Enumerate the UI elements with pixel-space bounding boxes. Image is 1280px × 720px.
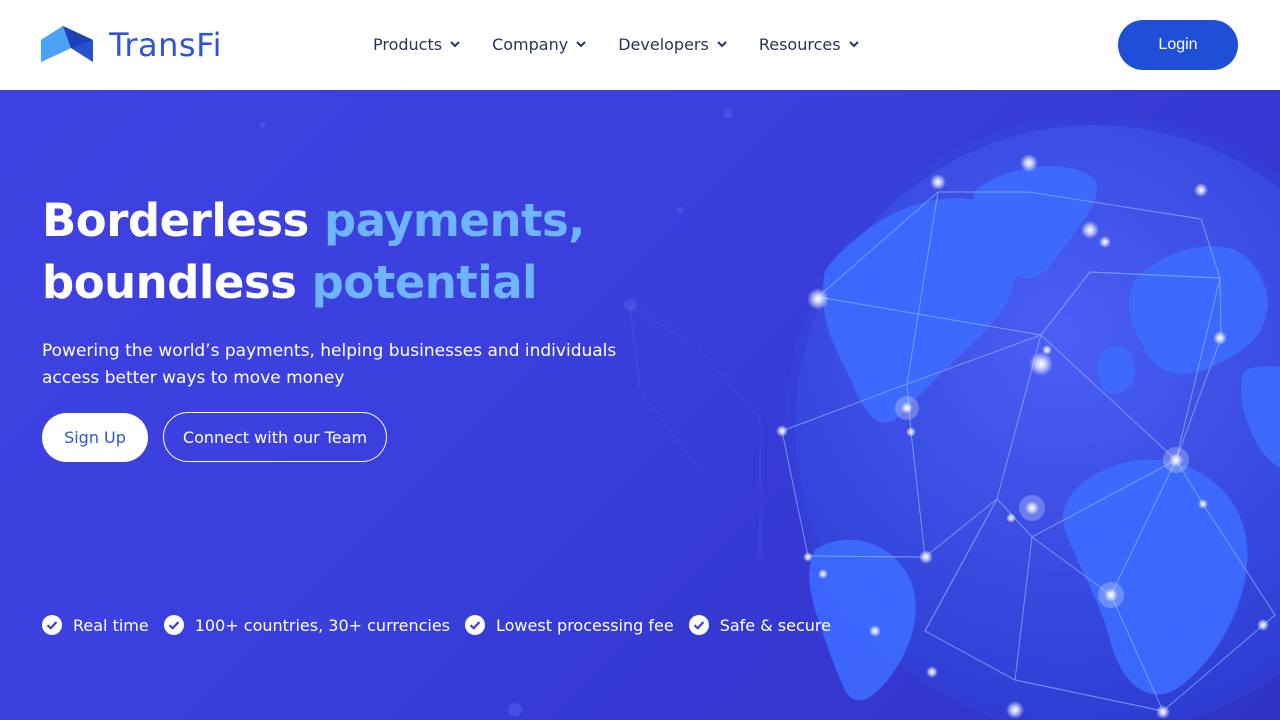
check-circle-icon — [42, 615, 62, 635]
feature-label: Real time — [73, 615, 149, 635]
feature-item: 100+ countries, 30+ currencies — [163, 615, 450, 635]
nav-item-company[interactable]: Company — [492, 33, 587, 55]
hero-subtitle: Powering the world’s payments, helping b… — [42, 341, 617, 388]
chevron-down-icon — [450, 41, 460, 48]
sign-up-button[interactable]: Sign Up — [42, 413, 148, 462]
brand-logo[interactable]: TransFi — [41, 26, 222, 64]
world-globe-illustration — [776, 120, 1280, 720]
feature-label: 100+ countries, 30+ currencies — [194, 615, 450, 635]
check-circle-icon — [163, 615, 184, 635]
check-circle-icon — [688, 615, 709, 635]
login-button[interactable]: Login — [1118, 20, 1238, 70]
headline-line2-accent: potential — [311, 256, 538, 309]
brand-name: TransFi — [109, 26, 223, 64]
chevron-down-icon — [717, 41, 727, 48]
hero-section: Borderless payments, boundless potential… — [0, 90, 1280, 720]
transfi-logo-icon — [41, 26, 93, 62]
nav-item-developers[interactable]: Developers — [618, 33, 728, 55]
site-header: TransFi Products Company Developers Reso… — [0, 0, 1280, 90]
feature-label: Safe & secure — [719, 615, 831, 635]
feature-item: Safe & secure — [688, 615, 831, 635]
check-circle-icon — [465, 615, 485, 635]
main-nav: Products Company Developers Resources — [373, 33, 860, 55]
nav-item-label: Resources — [758, 34, 841, 54]
feature-list: Real time 100+ countries, 30+ currencies… — [42, 615, 831, 635]
chevron-down-icon — [848, 41, 859, 48]
feature-item: Lowest processing fee — [465, 615, 674, 635]
nav-item-label: Products — [373, 34, 443, 54]
feature-item: Real time — [42, 615, 149, 635]
headline-line1-plain: Borderless — [42, 194, 325, 247]
headline-line2-plain: boundless — [42, 256, 312, 309]
headline-line1-accent: payments, — [324, 194, 585, 247]
nav-item-label: Company — [492, 34, 569, 54]
chevron-down-icon — [576, 41, 586, 48]
nav-item-products[interactable]: Products — [373, 33, 461, 55]
feature-label: Lowest processing fee — [496, 615, 674, 635]
hero-headline: Borderless payments, boundless potential — [42, 190, 585, 314]
connect-with-team-button[interactable]: Connect with our Team — [163, 412, 387, 462]
nav-item-label: Developers — [618, 34, 709, 54]
nav-item-resources[interactable]: Resources — [759, 33, 860, 55]
